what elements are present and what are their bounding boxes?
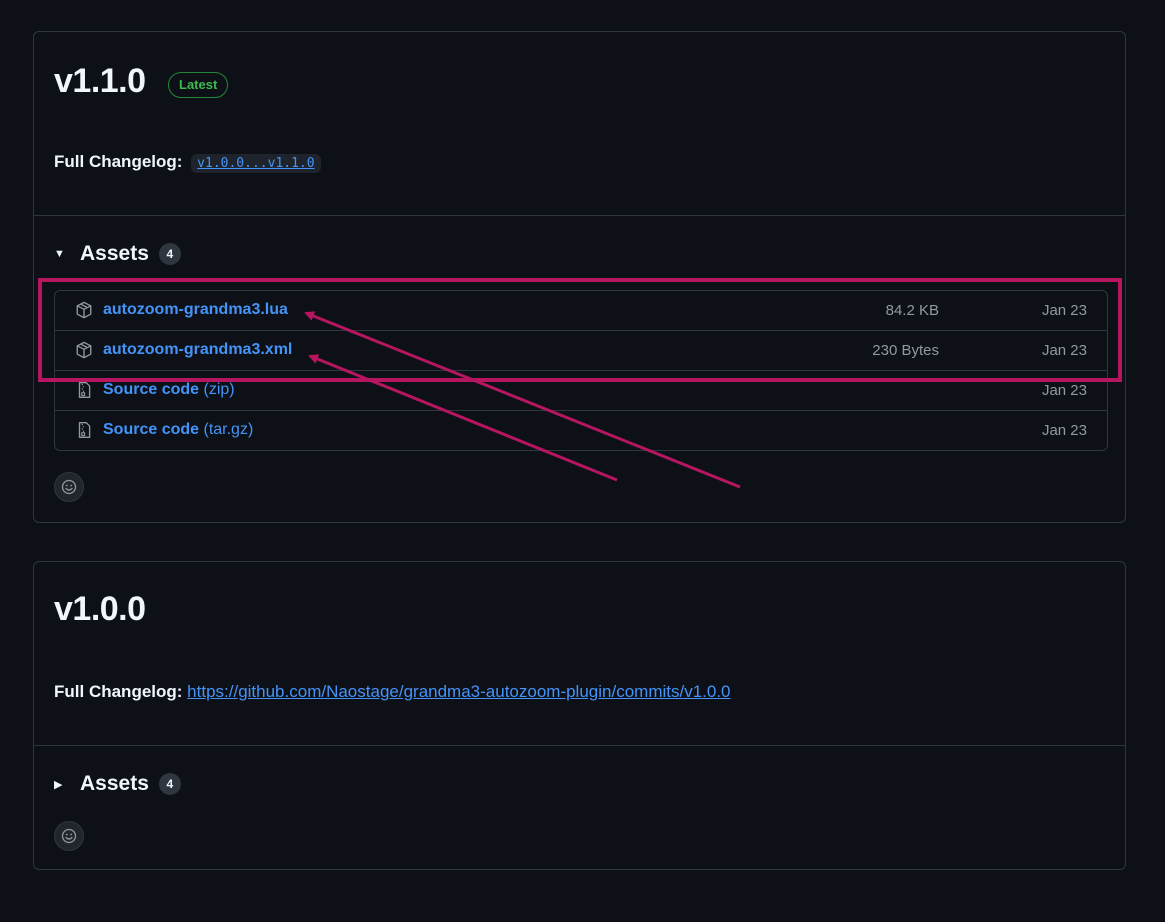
smiley-icon bbox=[61, 828, 77, 844]
asset-size: 230 Bytes bbox=[872, 342, 939, 359]
asset-size: 84.2 KB bbox=[885, 302, 939, 319]
asset-download-link[interactable]: autozoom-grandma3.xml bbox=[103, 341, 292, 359]
assets-toggle[interactable]: ▶ Assets 4 bbox=[54, 772, 181, 796]
latest-badge: Latest bbox=[168, 72, 229, 98]
add-reaction-button[interactable] bbox=[54, 472, 84, 502]
asset-download-link[interactable]: autozoom-grandma3.lua bbox=[103, 301, 288, 319]
smiley-icon bbox=[61, 479, 77, 495]
assets-toggle[interactable]: ▼ Assets 4 bbox=[54, 242, 181, 266]
assets-count-badge: 4 bbox=[158, 773, 181, 795]
assets-list: autozoom-grandma3.lua 84.2 KB Jan 23 aut… bbox=[54, 290, 1108, 451]
asset-suffix: (tar.gz) bbox=[203, 421, 254, 438]
assets-count-badge: 4 bbox=[158, 243, 181, 265]
asset-date: Jan 23 bbox=[1041, 382, 1087, 399]
asset-row: Source code (tar.gz) Jan 23 bbox=[55, 410, 1107, 450]
triangle-right-icon: ▶ bbox=[54, 778, 63, 791]
asset-row: autozoom-grandma3.xml 230 Bytes Jan 23 bbox=[55, 330, 1107, 370]
source-code-zip-link[interactable]: Source code (zip) bbox=[103, 381, 235, 399]
assets-label: Assets bbox=[80, 242, 149, 265]
triangle-down-icon: ▼ bbox=[54, 248, 65, 260]
asset-name-label: Source code bbox=[103, 421, 200, 438]
changelog-label: Full Changelog: bbox=[54, 152, 183, 171]
divider bbox=[34, 745, 1125, 746]
changelog-commits-link[interactable]: https://github.com/Naostage/grandma3-aut… bbox=[187, 682, 730, 701]
file-zip-icon bbox=[78, 422, 91, 438]
asset-date: Jan 23 bbox=[1041, 422, 1087, 439]
asset-row: Source code (zip) Jan 23 bbox=[55, 370, 1107, 410]
release-card-v1-0-0: v1.0.0 Full Changelog: https://github.co… bbox=[33, 561, 1126, 870]
changelog: Full Changelog: v1.0.0...v1.1.0 bbox=[54, 152, 321, 173]
asset-suffix: (zip) bbox=[203, 381, 235, 398]
asset-date: Jan 23 bbox=[1041, 342, 1087, 359]
package-icon bbox=[76, 341, 92, 359]
file-zip-icon bbox=[78, 382, 91, 398]
asset-name-label: Source code bbox=[103, 381, 200, 398]
source-code-targz-link[interactable]: Source code (tar.gz) bbox=[103, 421, 253, 439]
release-title[interactable]: v1.1.0 bbox=[54, 62, 146, 101]
release-title[interactable]: v1.0.0 bbox=[54, 590, 146, 629]
changelog: Full Changelog: https://github.com/Naost… bbox=[54, 682, 731, 702]
package-icon bbox=[76, 301, 92, 319]
asset-row: autozoom-grandma3.lua 84.2 KB Jan 23 bbox=[55, 291, 1107, 330]
add-reaction-button[interactable] bbox=[54, 821, 84, 851]
asset-date: Jan 23 bbox=[1041, 302, 1087, 319]
changelog-label: Full Changelog: bbox=[54, 682, 183, 701]
release-card-v1-1-0: v1.1.0 Latest Full Changelog: v1.0.0...v… bbox=[33, 31, 1126, 523]
divider bbox=[34, 215, 1125, 216]
assets-label: Assets bbox=[80, 772, 149, 795]
changelog-compare-link[interactable]: v1.0.0...v1.1.0 bbox=[191, 154, 321, 173]
